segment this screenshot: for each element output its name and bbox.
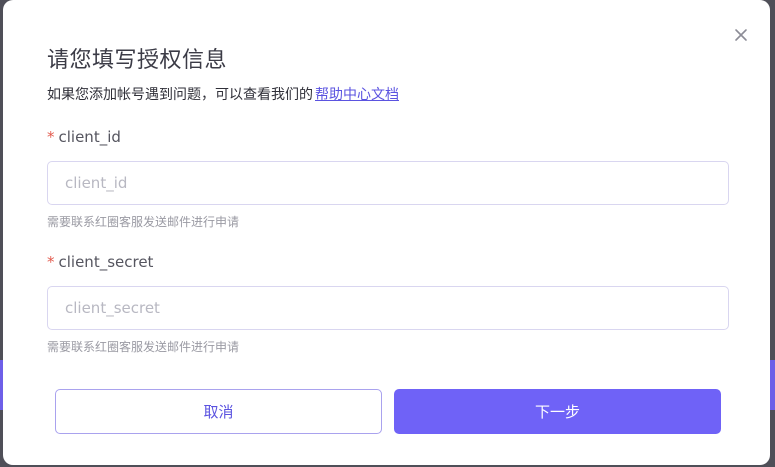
client-id-input[interactable] xyxy=(47,161,729,205)
next-step-button[interactable]: 下一步 xyxy=(394,389,721,434)
help-center-link[interactable]: 帮助中心文档 xyxy=(315,87,399,103)
dialog-title: 请您填写授权信息 xyxy=(47,48,228,73)
client-id-label-text: client_id xyxy=(58,128,121,146)
client-id-label: * client_id xyxy=(47,128,121,146)
client-secret-input[interactable] xyxy=(47,286,729,330)
close-icon[interactable] xyxy=(732,26,750,44)
dialog-subtitle: 如果您添加帐号遇到问题，可以查看我们的 帮助中心文档 xyxy=(47,84,399,104)
authorization-dialog: 请您填写授权信息 如果您添加帐号遇到问题，可以查看我们的 帮助中心文档 * clie… xyxy=(3,0,770,465)
subtitle-text: 如果您添加帐号遇到问题，可以查看我们的 xyxy=(47,87,313,103)
cancel-button[interactable]: 取消 xyxy=(55,389,382,434)
client-secret-hint: 需要联系红圈客服发送邮件进行申请 xyxy=(47,340,240,354)
required-mark: * xyxy=(47,128,55,146)
required-mark: * xyxy=(47,253,55,271)
client-id-hint: 需要联系红圈客服发送邮件进行申请 xyxy=(47,215,240,229)
client-secret-label-text: client_secret xyxy=(58,253,154,271)
client-secret-label: * client_secret xyxy=(47,253,153,271)
